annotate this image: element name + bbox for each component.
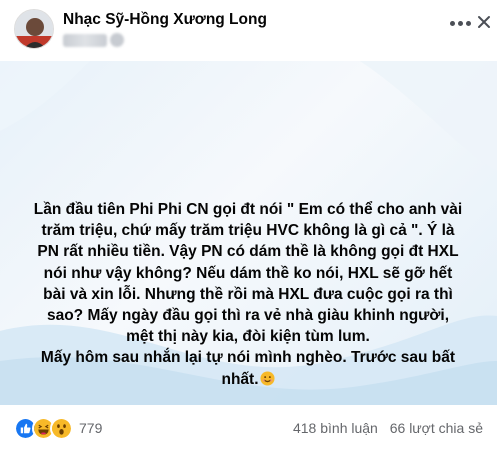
reaction-summary[interactable]: 779 (14, 416, 102, 440)
comment-count-link[interactable]: 418 bình luận (293, 420, 378, 436)
post-header: Nhạc Sỹ-Hồng Xương Long (0, 0, 497, 58)
author-avatar[interactable] (14, 9, 54, 49)
close-icon[interactable] (475, 13, 493, 31)
author-name[interactable]: Nhạc Sỹ-Hồng Xương Long (63, 11, 267, 29)
post-background-card: Lần đầu tiên Phi Phi CN gọi đt nói " Em … (0, 61, 497, 405)
post-footer: 779 418 bình luận 66 lượt chia sẻ (0, 405, 497, 450)
reaction-count[interactable]: 779 (79, 420, 102, 436)
smiling-face-icon (259, 371, 275, 386)
post-body-text: Lần đầu tiên Phi Phi CN gọi đt nói " Em … (33, 201, 463, 388)
share-count-link[interactable]: 66 lượt chia sẻ (390, 420, 483, 436)
post-stats: 418 bình luận 66 lượt chia sẻ (285, 420, 483, 436)
wow-icon (50, 416, 73, 440)
more-options-button[interactable] (448, 18, 472, 28)
privacy-icon (110, 33, 124, 47)
post-timestamp-blurred[interactable] (63, 34, 107, 47)
post-text: Lần đầu tiên Phi Phi CN gọi đt nói " Em … (14, 199, 482, 390)
